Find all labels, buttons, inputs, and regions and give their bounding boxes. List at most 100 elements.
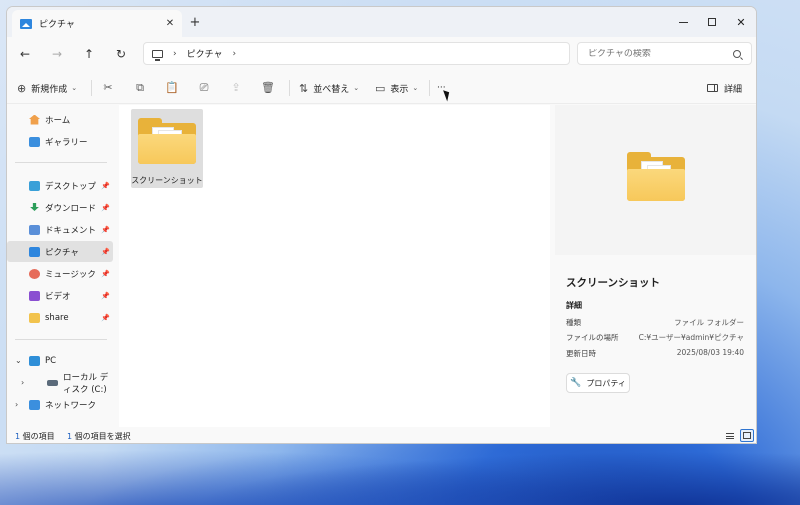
wrench-icon: 🔧: [570, 378, 582, 388]
sidebar-item-label: share: [45, 312, 69, 323]
sidebar-item-network[interactable]: › ネットワーク: [7, 394, 113, 415]
cut-button[interactable]: ✂: [99, 79, 117, 97]
forward-button[interactable]: →: [45, 44, 69, 64]
minimize-icon: [678, 21, 688, 23]
sidebar-item-label: ギャラリー: [45, 137, 88, 148]
sidebar-divider: [15, 162, 107, 163]
breadcrumb-separator[interactable]: ›: [173, 49, 177, 59]
new-tab-button[interactable]: +: [185, 13, 205, 33]
list-view-icon: [726, 432, 734, 439]
details-label: 詳細: [724, 84, 743, 95]
paste-button[interactable]: 📋: [163, 79, 181, 97]
tab-close-icon[interactable]: ✕: [162, 18, 178, 29]
up-button[interactable]: ↑: [77, 44, 101, 64]
breadcrumb-separator[interactable]: ›: [233, 49, 237, 59]
search-input[interactable]: [588, 48, 733, 59]
sidebar-item-downloads[interactable]: ダウンロード 📌: [7, 197, 113, 218]
rename-button[interactable]: ⎚: [195, 79, 213, 97]
property-key: 種類: [566, 318, 581, 327]
gallery-icon: [29, 136, 40, 147]
status-bar: 1 個の項目 1 個の項目を選択: [7, 427, 756, 443]
details-pane-button[interactable]: 詳細: [707, 79, 742, 97]
navigation-bar: ← → ↑ ↻ › ピクチャ ›: [7, 37, 756, 71]
property-value: ファイル フォルダー: [674, 318, 744, 327]
property-key: ファイルの場所: [566, 333, 619, 342]
selected-count-number: 1: [67, 432, 73, 441]
chevron-right-icon[interactable]: ›: [21, 378, 24, 387]
property-value: C:¥ユーザー¥admin¥ピクチャ: [638, 333, 744, 342]
sort-label: 並べ替え: [313, 84, 350, 95]
sidebar-item-label: ドキュメント: [45, 225, 97, 236]
toolbar-divider: [91, 80, 92, 96]
video-icon: [29, 290, 40, 301]
address-bar[interactable]: › ピクチャ ›: [143, 42, 570, 65]
maximize-button[interactable]: [696, 7, 728, 37]
trash-icon: 🗑: [261, 81, 275, 94]
pin-icon[interactable]: 📌: [101, 270, 110, 278]
pin-icon[interactable]: 📌: [101, 204, 110, 212]
scissors-icon: ✂: [103, 81, 113, 94]
toolbar-divider: [289, 80, 290, 96]
property-row: ファイルの場所 C:¥ユーザー¥admin¥ピクチャ: [566, 332, 744, 346]
selected-count: 1 個の項目を選択: [67, 431, 131, 442]
delete-button[interactable]: 🗑: [259, 79, 277, 97]
pin-icon[interactable]: 📌: [101, 226, 110, 234]
sidebar-item-local-disk[interactable]: › ローカル ディスク (C:): [7, 372, 113, 395]
chevron-down-icon[interactable]: ⌄: [15, 356, 22, 365]
property-value: 2025/08/03 19:40: [676, 348, 744, 357]
sidebar-item-pc[interactable]: ⌄ PC: [7, 350, 113, 371]
maximize-icon: [708, 18, 716, 26]
details-title: スクリーンショット: [566, 277, 660, 289]
file-list[interactable]: スクリーンショット: [119, 105, 550, 427]
sidebar-item-gallery[interactable]: ギャラリー: [7, 131, 113, 152]
pin-icon[interactable]: 📌: [101, 248, 110, 256]
monitor-icon[interactable]: [152, 49, 163, 61]
folder-icon: [138, 118, 196, 164]
copy-button[interactable]: ⧉: [131, 79, 149, 97]
sidebar-item-label: ミュージック: [45, 269, 96, 280]
clipboard-icon: 📋: [165, 81, 179, 94]
file-explorer-window: ピクチャ ✕ + ✕ ← → ↑ ↻ › ピクチャ › ⊕ 新規作成 ⌄ ✂: [6, 6, 757, 444]
close-window-button[interactable]: ✕: [725, 7, 756, 37]
sidebar-item-pictures[interactable]: ピクチャ 📌: [7, 241, 113, 262]
sort-icon: ⇅: [299, 81, 309, 95]
tab-pictures[interactable]: ピクチャ ✕: [12, 10, 182, 37]
details-section-heading: 詳細: [566, 301, 582, 310]
sidebar-item-label: PC: [45, 355, 57, 366]
view-button[interactable]: ▭ 表示 ⌄: [375, 79, 418, 97]
chevron-down-icon: ⌄: [71, 84, 78, 92]
sidebar-item-videos[interactable]: ビデオ 📌: [7, 285, 113, 306]
sidebar-item-home[interactable]: ホーム: [7, 109, 113, 130]
item-count: 1 個の項目: [15, 431, 55, 442]
sidebar-item-documents[interactable]: ドキュメント 📌: [7, 219, 113, 240]
search-icon: [733, 49, 741, 58]
documents-icon: [29, 224, 40, 235]
back-button[interactable]: ←: [13, 44, 37, 64]
sidebar-item-desktop[interactable]: デスクトップ 📌: [7, 175, 113, 196]
folder-icon: [29, 312, 40, 323]
item-count-number: 1: [15, 432, 21, 441]
pin-icon[interactable]: 📌: [101, 314, 110, 322]
properties-button[interactable]: 🔧 プロパティ: [566, 373, 630, 393]
breadcrumb-pictures[interactable]: ピクチャ: [187, 47, 223, 60]
new-button[interactable]: ⊕ 新規作成 ⌄: [17, 79, 77, 97]
sidebar-item-label: ホーム: [45, 115, 71, 126]
sidebar-item-music[interactable]: ミュージック 📌: [7, 263, 113, 284]
network-icon: [29, 399, 40, 410]
pin-icon[interactable]: 📌: [101, 292, 110, 300]
property-key: 更新日時: [566, 349, 596, 358]
sort-button[interactable]: ⇅ 並べ替え ⌄: [299, 79, 359, 97]
pictures-icon: [29, 246, 40, 257]
sidebar-item-share[interactable]: share 📌: [7, 307, 113, 328]
chevron-right-icon[interactable]: ›: [15, 400, 18, 409]
share-button[interactable]: ⇪: [227, 79, 245, 97]
details-view-button[interactable]: [723, 429, 737, 442]
folder-item-screenshots[interactable]: スクリーンショット: [131, 109, 203, 188]
tiles-view-button[interactable]: [740, 429, 754, 442]
pin-icon[interactable]: 📌: [101, 182, 110, 190]
view-label: 表示: [390, 84, 409, 95]
sidebar-item-label: ビデオ: [45, 291, 71, 302]
refresh-button[interactable]: ↻: [109, 44, 133, 64]
minimize-button[interactable]: [667, 7, 699, 37]
search-box[interactable]: [577, 42, 752, 65]
